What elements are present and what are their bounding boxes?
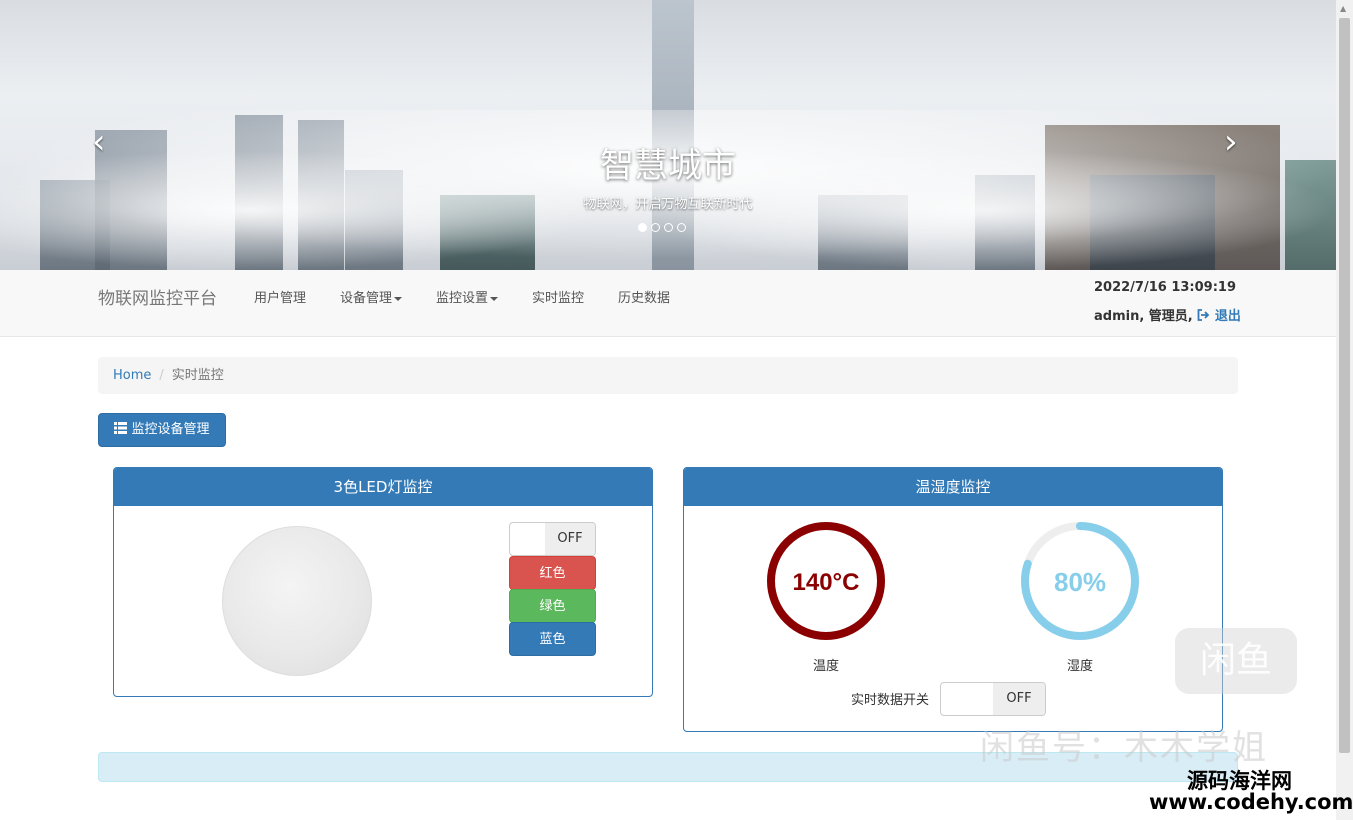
- blue-color-button[interactable]: 蓝色: [509, 622, 596, 656]
- green-color-button[interactable]: 绿色: [509, 589, 596, 623]
- logout-label: 退出: [1214, 309, 1241, 324]
- led-power-toggle[interactable]: OFF: [509, 522, 596, 556]
- carousel-prev-icon[interactable]: ‹: [92, 122, 106, 162]
- carousel-dot[interactable]: [651, 223, 660, 232]
- nav-item-label: 设备管理: [340, 291, 393, 306]
- logout-link[interactable]: 退出: [1197, 309, 1241, 324]
- xianyu-watermark-text: 闲鱼号：木木学姐: [980, 728, 1268, 768]
- led-bulb-indicator: [222, 526, 372, 676]
- carousel-indicators: [638, 223, 686, 232]
- toggle-off-label: OFF: [545, 523, 595, 555]
- monitor-device-management-button[interactable]: 监控设备管理: [98, 413, 226, 447]
- nav-item-label: 历史数据: [618, 291, 671, 306]
- breadcrumb-current: 实时监控: [171, 368, 224, 383]
- realtime-switch-label: 实时数据开关: [851, 693, 930, 708]
- xianyu-logo-watermark: 闲鱼: [1175, 628, 1297, 694]
- toggle-off-label: OFF: [993, 683, 1045, 715]
- realtime-data-toggle[interactable]: OFF: [940, 682, 1046, 716]
- panel-title: 温湿度监控: [684, 468, 1222, 506]
- gauges-svg: 140°C 80%: [767, 522, 1139, 640]
- banner-title: 智慧城市: [600, 146, 736, 186]
- panel-title: 3色LED灯监控: [114, 468, 652, 506]
- site-url-watermark: www.codehy.com: [1149, 790, 1353, 814]
- th-list-icon: [114, 422, 128, 434]
- nav-item-monitor-settings[interactable]: 监控设置: [436, 287, 499, 306]
- button-label: 监控设备管理: [131, 422, 210, 437]
- user-info: admin, 管理员, 退出: [1094, 305, 1241, 324]
- scroll-up-icon[interactable]: ▲: [1340, 4, 1346, 13]
- scrollbar[interactable]: ▲: [1336, 0, 1353, 820]
- nav-item-label: 实时监控: [532, 291, 585, 306]
- caret-down-icon: [394, 296, 403, 301]
- humidity-label: 湿度: [1066, 659, 1093, 674]
- current-datetime: 2022/7/16 13:09:19: [1094, 280, 1237, 295]
- humidity-value: 80%: [1054, 567, 1106, 597]
- brand-title[interactable]: 物联网监控平台: [98, 284, 217, 309]
- breadcrumb-separator: /: [159, 368, 164, 383]
- caret-down-icon: [490, 296, 499, 301]
- carousel-dot[interactable]: [677, 223, 686, 232]
- banner-carousel: 智慧城市 物联网，开启万物互联新时代 ‹ ›: [0, 0, 1336, 270]
- carousel-next-icon[interactable]: ›: [1224, 122, 1238, 162]
- nav-item-history-data[interactable]: 历史数据: [618, 287, 670, 306]
- temp-humidity-panel: 温湿度监控 140°C 80% 温度 湿度 实时数据开关 OFF: [683, 467, 1223, 732]
- temperature-value: 140°C: [793, 569, 860, 596]
- nav-item-user-management[interactable]: 用户管理: [254, 287, 306, 306]
- nav-item-label: 监控设置: [436, 291, 489, 306]
- logout-icon: [1197, 309, 1210, 321]
- nav-item-realtime-monitor[interactable]: 实时监控: [532, 287, 584, 306]
- led-monitor-panel: 3色LED灯监控 OFF 红色 绿色 蓝色: [113, 467, 653, 697]
- user-name: admin, 管理员,: [1094, 309, 1193, 324]
- carousel-dot[interactable]: [664, 223, 673, 232]
- temperature-label: 温度: [812, 659, 839, 674]
- breadcrumb: Home / 实时监控: [98, 357, 1238, 394]
- nav-item-device-management[interactable]: 设备管理: [340, 287, 403, 306]
- breadcrumb-home-link[interactable]: Home: [113, 368, 151, 383]
- banner-subtitle: 物联网，开启万物互联新时代: [583, 197, 753, 212]
- carousel-dot[interactable]: [638, 223, 647, 232]
- red-color-button[interactable]: 红色: [509, 556, 596, 590]
- scrollbar-thumb[interactable]: [1339, 18, 1350, 753]
- navbar: 物联网监控平台 用户管理 设备管理 监控设置 实时监控 历史数据 2022/7/…: [0, 270, 1336, 337]
- nav-item-label: 用户管理: [254, 291, 307, 306]
